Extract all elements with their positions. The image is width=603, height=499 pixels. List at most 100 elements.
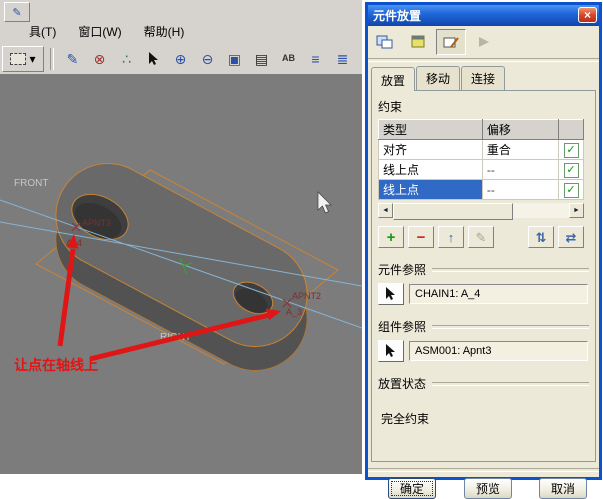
ok-button[interactable]: 确定: [388, 478, 436, 499]
selection-filter-button[interactable]: ▾: [2, 46, 44, 72]
section-divider: [432, 325, 589, 329]
view-manager-button[interactable]: ≣: [330, 47, 355, 71]
column-header-offset[interactable]: 偏移: [482, 120, 558, 140]
dialog-footer: 确定 预览 取消: [368, 473, 599, 499]
assembly-ref-section: 组件参照: [378, 318, 589, 335]
apnt3-label: APNT3: [82, 218, 111, 228]
apnt2-label: APNT2: [292, 291, 321, 301]
constraint-offset-cell[interactable]: 重合: [482, 140, 558, 160]
app-toolbar-area: ✎ 具(T) 窗口(W) 帮助(H) ▾ ✎ ⊗ ∴ ⊕ ⊖ ▣ ▤: [0, 0, 362, 75]
constraint-enable-checkbox[interactable]: ✓: [564, 143, 579, 158]
pencil-icon: ✎: [476, 231, 487, 244]
column-header-enabled: [559, 120, 584, 140]
remove-constraint-button[interactable]: −: [408, 226, 434, 248]
footer-separator: [368, 468, 599, 472]
swap-vertical-icon: ⇅: [536, 231, 547, 244]
pointer-icon: [148, 52, 160, 66]
component-ref-select-button[interactable]: [378, 283, 404, 305]
cancel-button[interactable]: 取消: [539, 478, 587, 499]
up-arrow-icon: ↑: [448, 231, 455, 244]
annotation-button[interactable]: AB: [276, 47, 301, 71]
component-ref-label: 元件参照: [378, 261, 426, 278]
component-ref-section: 元件参照: [378, 261, 589, 278]
edit-placement-icon: [442, 34, 460, 50]
layers-icon: ≡: [311, 52, 319, 66]
assembly-ref-select-button[interactable]: [378, 340, 404, 362]
constraint-offset-cell[interactable]: --: [482, 160, 558, 180]
assembly-ref-field[interactable]: ASM001: Apnt3: [409, 341, 588, 361]
preview-button[interactable]: 预览: [464, 478, 512, 499]
move-up-constraint-button[interactable]: ↑: [438, 226, 464, 248]
scrollbar-thumb[interactable]: [393, 203, 513, 220]
convert-constraint-button[interactable]: ⇄: [558, 226, 584, 248]
annotation-text: 让点在轴线上: [14, 357, 98, 373]
assembly-ref-row: ASM001: Apnt3: [378, 340, 588, 362]
assembly-window-icon: [409, 34, 427, 50]
tab-connect[interactable]: 连接: [461, 66, 505, 90]
sketcher-mini-button[interactable]: ✎: [4, 2, 30, 22]
scroll-left-button[interactable]: ◄: [378, 203, 393, 218]
component-placement-dialog: 元件放置 ×: [365, 2, 602, 480]
edit-placement-button[interactable]: [436, 29, 466, 55]
constraint-type-cell[interactable]: 对齐: [379, 140, 483, 160]
layers-button[interactable]: ≡: [303, 47, 328, 71]
repaint-button[interactable]: ▤: [249, 47, 274, 71]
add-constraint-button[interactable]: +: [378, 226, 404, 248]
column-header-type[interactable]: 类型: [379, 120, 483, 140]
point-display-button[interactable]: ∴: [114, 47, 139, 71]
constraint-row[interactable]: 对齐 重合 ✓: [379, 140, 584, 160]
connections-button[interactable]: [469, 29, 499, 55]
dialog-title: 元件放置: [373, 7, 421, 24]
pencil-icon: ✎: [12, 6, 21, 19]
pointer-icon: [385, 287, 397, 301]
constraint-enable-checkbox[interactable]: ✓: [564, 163, 579, 178]
menu-item-tools[interactable]: 具(T): [26, 22, 59, 41]
zoom-out-button[interactable]: ⊖: [195, 47, 220, 71]
connections-icon: [475, 34, 493, 50]
datum-point-button[interactable]: ⊗: [87, 47, 112, 71]
points-icon: ∴: [122, 52, 131, 66]
placement-status-value: 完全约束: [381, 410, 589, 427]
repaint-icon: ▤: [255, 52, 268, 66]
constraint-actions: + − ↑ ✎ ⇅ ⇄: [378, 226, 584, 248]
constraint-row[interactable]: 线上点 -- ✓: [379, 160, 584, 180]
scroll-right-button[interactable]: ►: [569, 203, 584, 218]
tab-move[interactable]: 移动: [416, 66, 460, 90]
sketch-button[interactable]: ✎: [60, 47, 85, 71]
section-divider: [432, 382, 589, 386]
tab-place[interactable]: 放置: [371, 67, 415, 91]
show-assembly-window-button[interactable]: [403, 29, 433, 55]
constraint-type-cell[interactable]: 线上点: [379, 180, 483, 200]
constraint-offset-cell[interactable]: --: [482, 180, 558, 200]
constraint-table-hscrollbar[interactable]: ◄ ►: [378, 203, 584, 218]
selection-box-icon: [10, 53, 26, 65]
annotation-icon: AB: [282, 54, 295, 63]
sketch-icon: ✎: [67, 52, 79, 66]
component-ref-field[interactable]: CHAIN1: A_4: [409, 284, 588, 304]
show-separate-window-button[interactable]: [370, 29, 400, 55]
dialog-tabs: 放置 移动 连接: [368, 63, 599, 90]
constraint-row-selected[interactable]: 线上点 -- ✓: [379, 180, 584, 200]
swap-horizontal-icon: ⇄: [566, 231, 577, 244]
select-tool-button[interactable]: [141, 47, 166, 71]
constraint-enable-checkbox[interactable]: ✓: [564, 183, 579, 198]
plus-icon: +: [387, 230, 396, 245]
datum-point-icon: ⊗: [94, 52, 106, 66]
zoom-in-button[interactable]: ⊕: [168, 47, 193, 71]
scroll-right-icon: ►: [573, 207, 580, 214]
application-window: ✎ 具(T) 窗口(W) 帮助(H) ▾ ✎ ⊗ ∴ ⊕ ⊖ ▣ ▤: [0, 0, 603, 482]
zoom-fit-button[interactable]: ▣: [222, 47, 247, 71]
place-tab-panel: 约束 类型 偏移 对齐 重合 ✓ 线上点: [371, 90, 596, 462]
menu-item-window[interactable]: 窗口(W): [75, 22, 124, 41]
menu-item-help[interactable]: 帮助(H): [141, 22, 188, 41]
flip-constraint-button[interactable]: ⇅: [528, 226, 554, 248]
graphics-viewport[interactable]: FRONT RIGHT APNT3 A_4 APNT2 A_3 让点在轴线上: [0, 74, 362, 474]
front-datum-label: FRONT: [14, 178, 48, 189]
constraint-type-cell[interactable]: 线上点: [379, 160, 483, 180]
edit-constraint-button[interactable]: ✎: [468, 226, 494, 248]
dialog-titlebar[interactable]: 元件放置 ×: [368, 5, 599, 26]
separate-window-icon: [376, 34, 394, 50]
scrollbar-track[interactable]: [513, 203, 569, 218]
close-button[interactable]: ×: [578, 7, 597, 23]
check-icon: ✓: [566, 164, 575, 176]
